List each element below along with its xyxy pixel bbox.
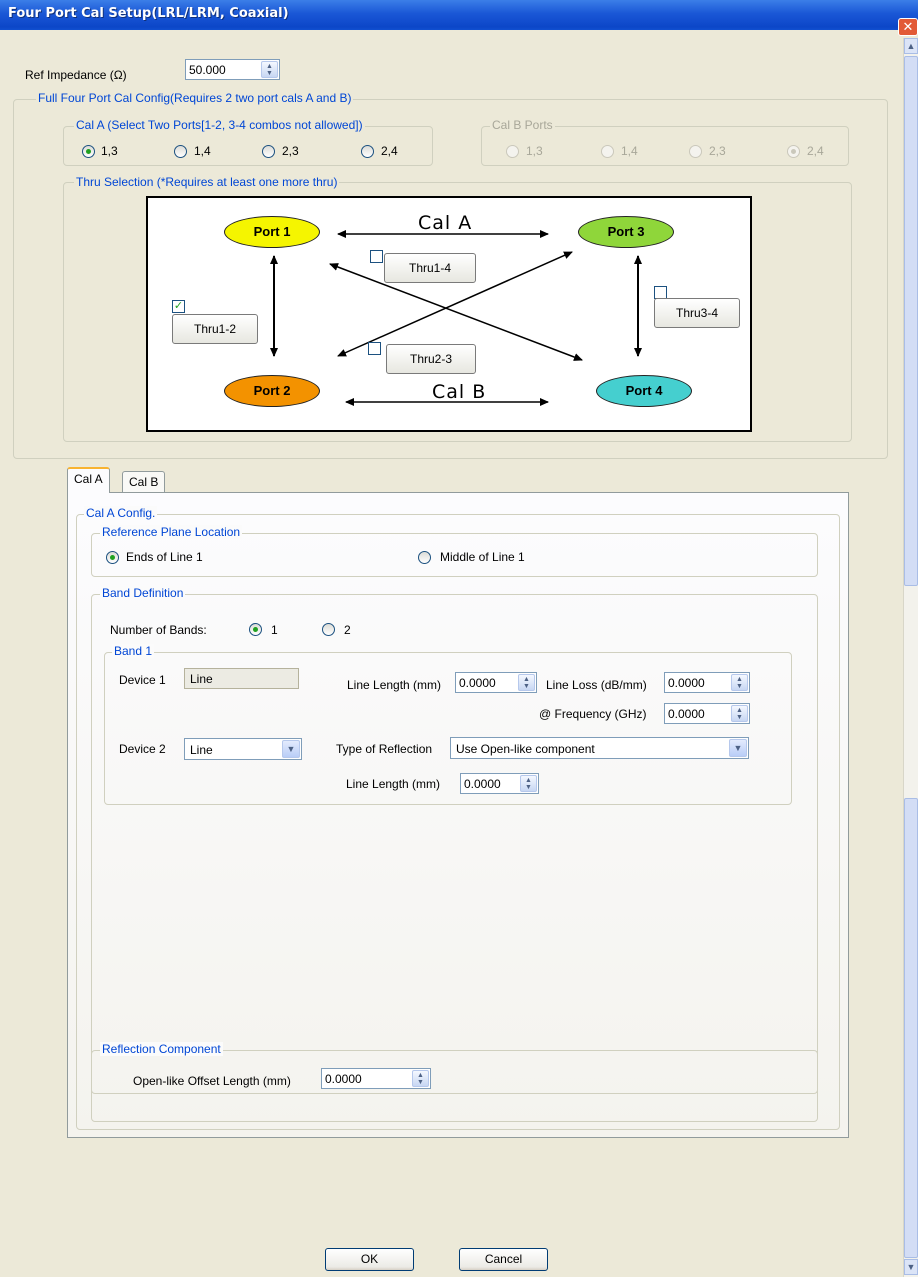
line-length-stepper[interactable]: 0.0000 ▲ ▼ xyxy=(455,672,537,693)
chevron-down-icon[interactable]: ▼ xyxy=(729,739,747,757)
frequency-label: @ Frequency (GHz) xyxy=(539,707,647,721)
tab-cal-a[interactable]: Cal A xyxy=(67,467,110,493)
ok-button[interactable]: OK xyxy=(325,1248,414,1271)
frequency-value[interactable]: 0.0000 xyxy=(668,707,705,721)
scroll-up-icon[interactable]: ▲ xyxy=(904,38,918,54)
cal-b-port-label-23: 2,3 xyxy=(709,144,726,158)
line-loss-stepper[interactable]: 0.0000 ▲ ▼ xyxy=(664,672,750,693)
cal-a-config-title: Cal A Config. xyxy=(84,506,158,520)
port-1-node: Port 1 xyxy=(224,216,320,248)
ref-plane-ends-label: Ends of Line 1 xyxy=(126,550,203,564)
type-of-reflection-label: Type of Reflection xyxy=(336,742,433,756)
cal-a-port-option-13[interactable] xyxy=(82,145,95,158)
bands-1-label: 1 xyxy=(271,623,278,637)
ref-impedance-label: Ref Impedance (Ω) xyxy=(25,68,127,82)
cal-b-port-label-14: 1,4 xyxy=(621,144,638,158)
thru-1-4-button[interactable]: Thru1-4 xyxy=(384,253,476,283)
thru-diagram: Port 1 Port 3 Port 2 Port 4 Cal A Cal B … xyxy=(146,196,752,432)
cal-b-port-option-23 xyxy=(689,145,702,158)
cancel-button[interactable]: Cancel xyxy=(459,1248,548,1271)
cal-a-port-option-14[interactable] xyxy=(174,145,187,158)
thru-2-3-button[interactable]: Thru2-3 xyxy=(386,344,476,374)
scroll-thumb[interactable] xyxy=(904,56,918,586)
device-2-select[interactable]: Line ▼ xyxy=(184,738,302,760)
device-1-field: Line xyxy=(184,668,299,689)
spin-updown-icon[interactable]: ▲ ▼ xyxy=(520,775,537,792)
cal-a-port-label-13: 1,3 xyxy=(101,144,118,158)
bands-1-radio[interactable] xyxy=(249,623,262,636)
cal-a-diagram-label: Cal A xyxy=(418,212,473,234)
device-1-label: Device 1 xyxy=(119,673,166,687)
thru-selection-title: Thru Selection (*Requires at least one m… xyxy=(74,175,340,189)
cal-a-ports-title: Cal A (Select Two Ports[1-2, 3-4 combos … xyxy=(74,118,365,132)
cal-b-port-option-13 xyxy=(506,145,519,158)
open-like-offset-value[interactable]: 0.0000 xyxy=(325,1072,362,1086)
cal-a-port-label-14: 1,4 xyxy=(194,144,211,158)
thru-1-2-checkbox[interactable]: ✓ xyxy=(172,300,185,313)
cal-b-port-label-24: 2,4 xyxy=(807,144,824,158)
device-2-label: Device 2 xyxy=(119,742,166,756)
port-3-node: Port 3 xyxy=(578,216,674,248)
window-title: Four Port Cal Setup(LRL/LRM, Coaxial) xyxy=(8,6,289,21)
band-1-title: Band 1 xyxy=(112,644,155,658)
thru-3-4-button[interactable]: Thru3-4 xyxy=(654,298,740,328)
ref-plane-ends-radio[interactable] xyxy=(106,551,119,564)
line-length-2-label: Line Length (mm) xyxy=(346,777,441,791)
spin-updown-icon[interactable]: ▲ ▼ xyxy=(412,1070,429,1087)
open-like-offset-label: Open-like Offset Length (mm) xyxy=(133,1074,291,1088)
device-2-value[interactable]: Line xyxy=(190,743,213,757)
line-length-value[interactable]: 0.0000 xyxy=(459,676,496,690)
cal-a-port-label-23: 2,3 xyxy=(282,144,299,158)
port-2-node: Port 2 xyxy=(224,375,320,407)
cal-a-port-option-23[interactable] xyxy=(262,145,275,158)
line-length-2-value[interactable]: 0.0000 xyxy=(464,777,501,791)
device-1-value: Line xyxy=(190,672,213,686)
bands-2-radio[interactable] xyxy=(322,623,335,636)
ref-impedance-stepper[interactable]: 50.000 ▲ ▼ xyxy=(185,59,280,80)
cal-a-port-label-24: 2,4 xyxy=(381,144,398,158)
bands-2-label: 2 xyxy=(344,623,351,637)
ref-plane-middle-label: Middle of Line 1 xyxy=(440,550,525,564)
open-like-offset-stepper[interactable]: 0.0000 ▲ ▼ xyxy=(321,1068,431,1089)
line-loss-label: Line Loss (dB/mm) xyxy=(546,678,647,692)
cal-a-port-option-24[interactable] xyxy=(361,145,374,158)
line-length-label: Line Length (mm) xyxy=(347,678,442,692)
thru-2-3-checkbox[interactable] xyxy=(368,342,381,355)
thru-1-4-checkbox[interactable] xyxy=(370,250,383,263)
cal-b-port-label-13: 1,3 xyxy=(526,144,543,158)
title-bar: Four Port Cal Setup(LRL/LRM, Coaxial) xyxy=(0,0,918,30)
chevron-down-icon[interactable]: ▼ xyxy=(282,740,300,758)
cal-b-port-option-24 xyxy=(787,145,800,158)
cal-a-ports-group xyxy=(63,126,433,166)
scroll-track-lower[interactable] xyxy=(904,798,918,1258)
cal-b-port-option-14 xyxy=(601,145,614,158)
tab-cal-b[interactable]: Cal B xyxy=(122,471,166,494)
line-loss-value[interactable]: 0.0000 xyxy=(668,676,705,690)
spin-updown-icon[interactable]: ▲ ▼ xyxy=(731,705,748,722)
type-of-reflection-value[interactable]: Use Open-like component xyxy=(456,742,595,756)
reflection-component-title: Reflection Component xyxy=(100,1042,223,1056)
number-of-bands-label: Number of Bands: xyxy=(110,623,207,637)
band-definition-title: Band Definition xyxy=(100,586,186,600)
spin-updown-icon[interactable]: ▲ ▼ xyxy=(261,61,278,78)
dialog-window: Four Port Cal Setup(LRL/LRM, Coaxial) ✕ … xyxy=(0,0,918,1277)
type-of-reflection-select[interactable]: Use Open-like component ▼ xyxy=(450,737,749,759)
vertical-scrollbar[interactable]: ▲ ▼ xyxy=(903,38,918,1277)
frequency-stepper[interactable]: 0.0000 ▲ ▼ xyxy=(664,703,750,724)
thru-1-2-button[interactable]: Thru1-2 xyxy=(172,314,258,344)
port-4-node: Port 4 xyxy=(596,375,692,407)
spin-updown-icon[interactable]: ▲ ▼ xyxy=(731,674,748,691)
reference-plane-title: Reference Plane Location xyxy=(100,525,243,539)
ref-plane-middle-radio[interactable] xyxy=(418,551,431,564)
spin-updown-icon[interactable]: ▲ ▼ xyxy=(518,674,535,691)
cal-b-ports-title: Cal B Ports xyxy=(490,118,555,132)
scroll-down-icon[interactable]: ▼ xyxy=(904,1259,918,1275)
line-length-2-stepper[interactable]: 0.0000 ▲ ▼ xyxy=(460,773,539,794)
close-button[interactable]: ✕ xyxy=(898,18,918,36)
ref-impedance-value[interactable]: 50.000 xyxy=(189,63,226,77)
full-config-title: Full Four Port Cal Config(Requires 2 two… xyxy=(36,91,354,105)
cal-b-diagram-label: Cal B xyxy=(432,381,487,403)
